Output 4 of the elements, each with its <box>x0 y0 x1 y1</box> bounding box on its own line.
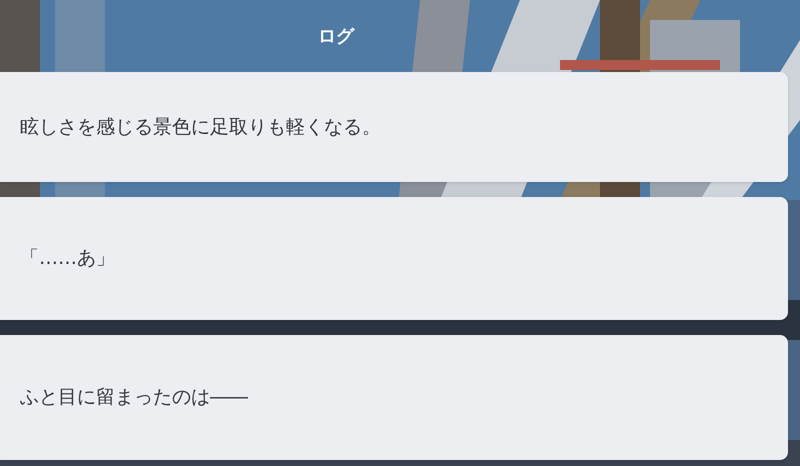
log-text: ふと目に留まったのは―― <box>20 385 248 410</box>
log-title: ログ <box>318 24 354 48</box>
log-text: 「……あ」 <box>20 246 115 272</box>
log-text: 眩しさを感じる景色に足取りも軽くなる。 <box>20 114 381 140</box>
